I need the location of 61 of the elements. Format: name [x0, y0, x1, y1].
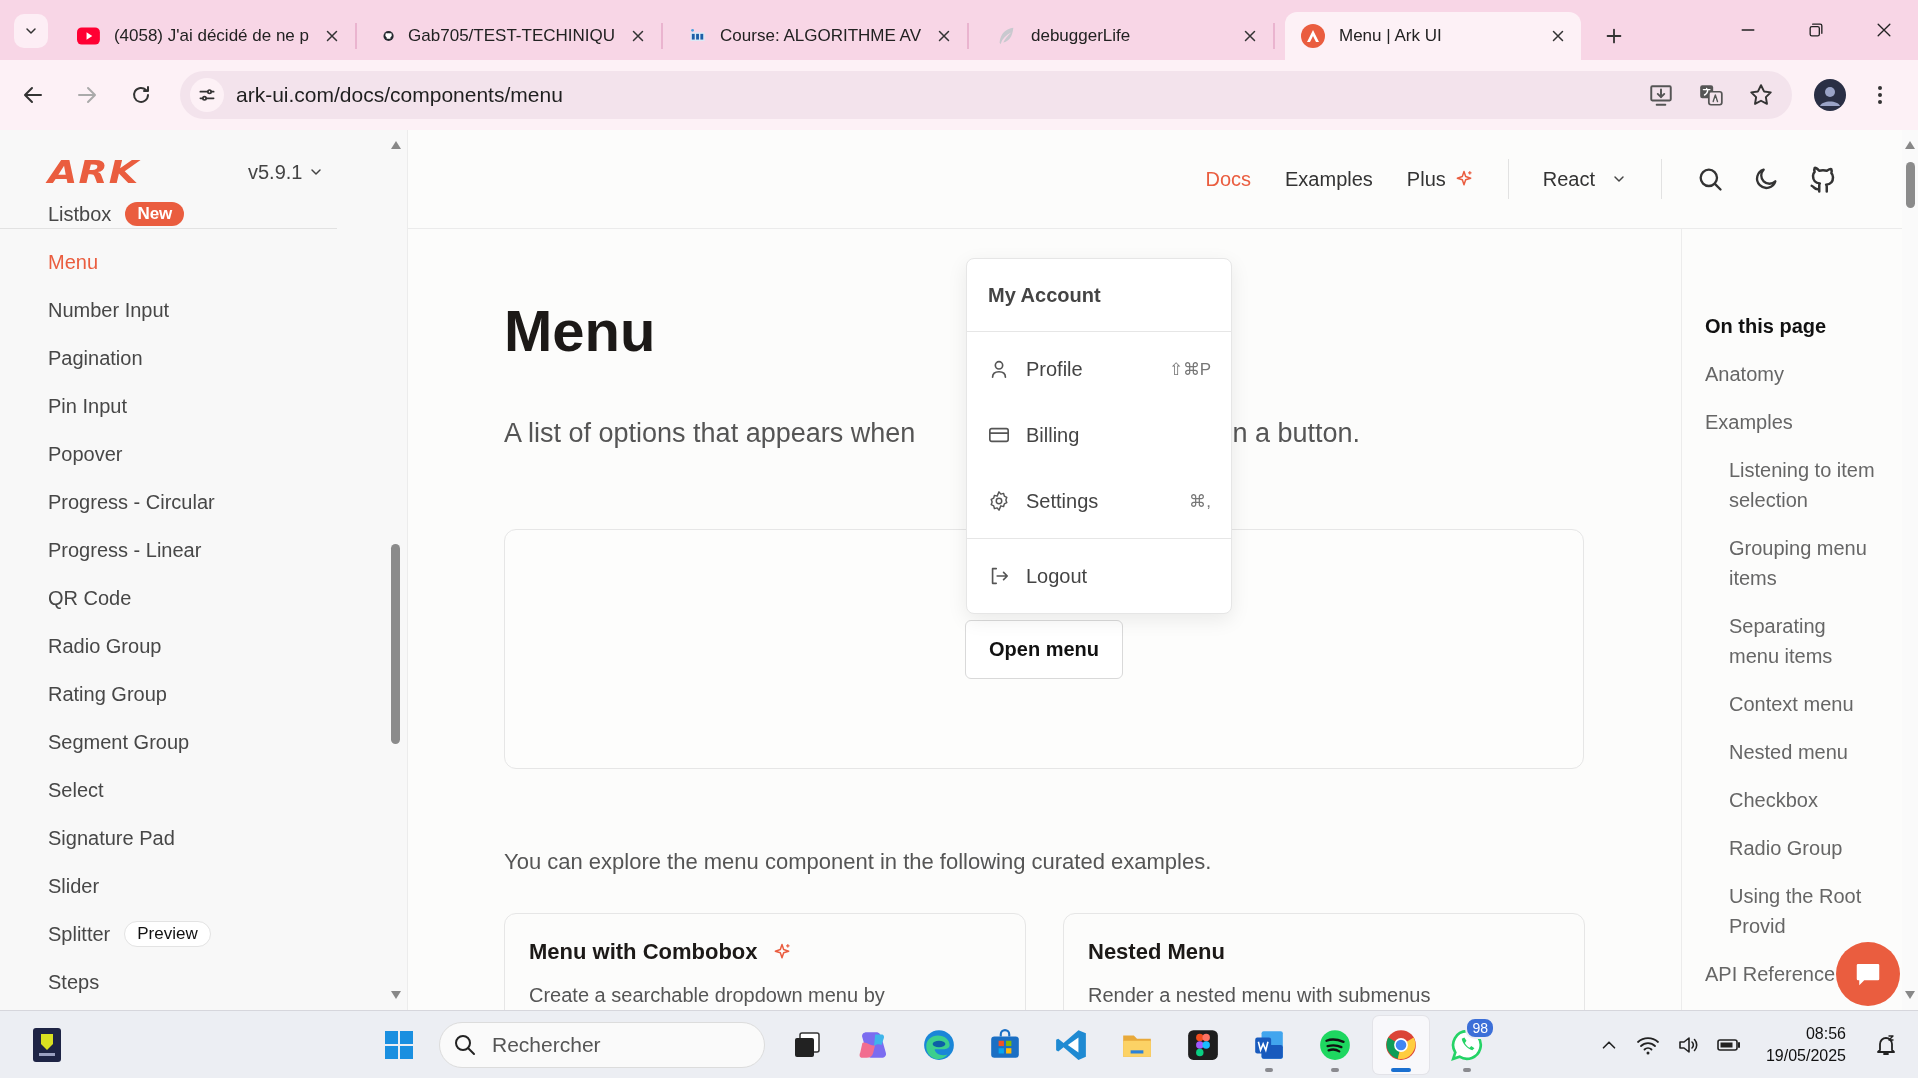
menu-heading: My Account: [987, 282, 1102, 308]
version-selector[interactable]: v5.9.1: [248, 152, 325, 192]
nav-link[interactable]: Plus: [1406, 167, 1474, 191]
toc-link[interactable]: Grouping menu items: [1729, 533, 1875, 593]
sidebar-link[interactable]: Rating Group: [48, 682, 167, 706]
card-description: Render a nested menu with submenus: [1088, 984, 1432, 1007]
toc-link[interactable]: Separating menu items: [1729, 611, 1875, 671]
sidebar-link[interactable]: Select: [48, 778, 104, 802]
taskbar-app[interactable]: 98: [1439, 1015, 1495, 1074]
notification-count: 98: [1465, 1016, 1495, 1039]
sidebar-link[interactable]: Steps: [48, 970, 100, 994]
menu-item[interactable]: Settings ⌘,: [967, 468, 1231, 534]
open-menu-button[interactable]: Open menu: [965, 619, 1123, 679]
status-badge: Preview: [124, 921, 211, 947]
framework-selector[interactable]: React: [1542, 167, 1627, 191]
sidebar-link[interactable]: Number Input: [48, 298, 170, 322]
sidebar-link[interactable]: Radio Group: [48, 634, 162, 658]
page-description: A list of options that appears when: [504, 417, 916, 450]
sidebar-link[interactable]: Pin Input: [48, 394, 127, 418]
toc-link[interactable]: Using the Root Provid: [1729, 881, 1875, 941]
sidebar-link[interactable]: Signature Pad: [48, 826, 175, 850]
sidebar-link[interactable]: QR Code: [48, 586, 132, 610]
browser-tab[interactable]: Course: ALGORITHME AV: [673, 23, 969, 49]
search-field[interactable]: Rechercher: [439, 1021, 765, 1068]
card-description: Create a searchable dropdown menu by: [529, 984, 886, 1007]
sidebar-link[interactable]: Slider: [48, 874, 100, 898]
toc-link[interactable]: Anatomy: [1705, 359, 1902, 389]
menu-item[interactable]: Billing: [967, 402, 1231, 468]
sidebar-link[interactable]: Progress - Linear: [48, 538, 202, 562]
toc-link[interactable]: Listening to item selection: [1729, 455, 1875, 515]
address-bar[interactable]: ark-ui.com/docs/components/menu: [180, 71, 1792, 119]
sidebar-link[interactable]: Pagination: [48, 346, 143, 370]
card-title: Menu with Combobox: [529, 938, 758, 966]
intro-text: You can explore the menu component in the following curated examples.: [504, 848, 1213, 876]
browser-tab[interactable]: debuggerLife: [979, 23, 1275, 49]
menu-item[interactable]: Logout: [967, 543, 1231, 609]
status-badge: New: [125, 202, 185, 226]
toc-heading: On this page: [1705, 314, 1828, 339]
card-title: Nested Menu: [1088, 938, 1225, 966]
browser-tab[interactable]: Gab705/TEST-TECHINIQU: [367, 23, 663, 49]
sidebar-link[interactable]: Listbox: [48, 202, 112, 226]
sidebar-link[interactable]: Splitter: [48, 922, 111, 946]
toc-link[interactable]: Radio Group: [1729, 833, 1875, 863]
clock-date[interactable]: 19/05/2025: [1765, 1044, 1846, 1067]
toc-link[interactable]: API Reference: [1705, 959, 1902, 989]
page-title: Menu: [504, 299, 657, 363]
keyboard-shortcut: ⌘,: [1189, 490, 1211, 512]
browser-tab[interactable]: Menu | Ark UI: [1285, 12, 1581, 60]
toc-link[interactable]: Context menu: [1729, 689, 1875, 719]
menu-item[interactable]: Profile ⇧⌘P: [967, 336, 1231, 402]
clock-time[interactable]: 08:56: [1805, 1022, 1846, 1045]
sidebar-link[interactable]: Progress - Circular: [48, 490, 215, 514]
toc-link[interactable]: Examples: [1705, 407, 1902, 437]
browser-tab[interactable]: (4058) J'ai décidé de ne p: [61, 23, 357, 49]
toc-link[interactable]: Checkbox: [1729, 785, 1875, 815]
sidebar-link[interactable]: Segment Group: [48, 730, 190, 754]
sidebar-link[interactable]: Popover: [48, 442, 123, 466]
page-description: n a button.: [1232, 417, 1360, 450]
keyboard-shortcut: ⇧⌘P: [1168, 358, 1211, 380]
toc-link[interactable]: Nested menu: [1729, 737, 1875, 767]
nav-link[interactable]: Examples: [1285, 167, 1373, 191]
